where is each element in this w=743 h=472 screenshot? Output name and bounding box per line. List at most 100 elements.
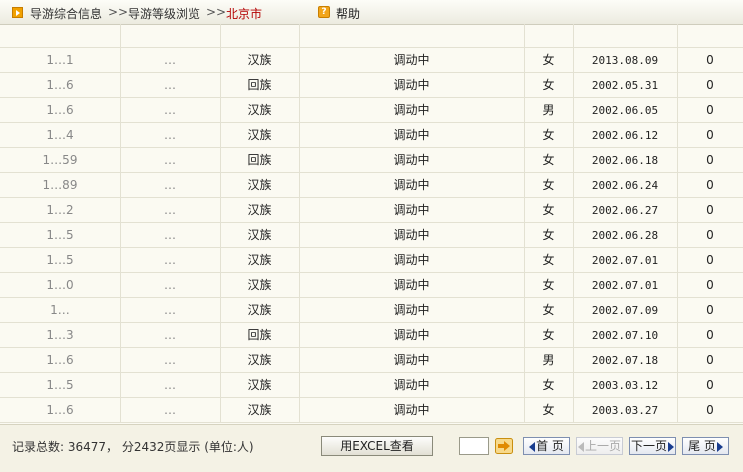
cell-ethnicity: 汉族 xyxy=(247,403,272,417)
next-page-button[interactable]: 下一页 xyxy=(629,437,676,455)
cell-ethnicity: 汉族 xyxy=(247,378,272,392)
cell-date: 2002.07.10 xyxy=(591,329,659,342)
cell-ethnicity: 回族 xyxy=(247,153,272,167)
cell-gender: 女 xyxy=(542,53,555,67)
first-page-icon xyxy=(529,441,536,452)
cell-gender: 女 xyxy=(542,128,555,142)
cell-ethnicity: 汉族 xyxy=(247,278,272,292)
cell-id: 1…0 xyxy=(46,278,74,292)
cell-date: 2002.06.28 xyxy=(591,229,659,242)
table-row[interactable]: 1…89 … 汉族 调动中 女 2002.06.24 0 xyxy=(0,173,743,198)
cell-ethnicity: 汉族 xyxy=(247,303,272,317)
cell-id: 1…6 xyxy=(46,353,74,367)
table-row[interactable]: 1…6 … 汉族 调动中 女 2003.03.27 0 xyxy=(0,398,743,423)
cell-count: 0 xyxy=(706,178,714,192)
cell-count: 0 xyxy=(706,278,714,292)
last-page-button[interactable]: 尾 页 xyxy=(682,437,729,455)
cell-status: 调动中 xyxy=(393,203,430,217)
table-row[interactable]: 1…6 … 回族 调动中 女 2002.05.31 0 xyxy=(0,73,743,98)
table-row[interactable]: 1…6 … 汉族 调动中 男 2002.06.05 0 xyxy=(0,98,743,123)
cell-status: 调动中 xyxy=(393,78,430,92)
cell-status: 调动中 xyxy=(393,228,430,242)
cell-gender: 女 xyxy=(542,278,555,292)
breadcrumb-bar: 导游综合信息 >> 导游等级浏览 >> 北京市 ? 帮助 xyxy=(0,0,743,25)
cell-status: 调动中 xyxy=(393,53,430,67)
cell-count: 0 xyxy=(706,328,714,342)
page-number-input[interactable] xyxy=(459,437,489,455)
cell-gender: 女 xyxy=(542,153,555,167)
cell-count: 0 xyxy=(706,403,714,417)
help-link[interactable]: 帮助 xyxy=(336,5,360,22)
cell-gender: 女 xyxy=(542,303,555,317)
table-row[interactable]: 1… … 汉族 调动中 女 2002.07.09 0 xyxy=(0,298,743,323)
cell-name: … xyxy=(164,328,176,342)
table-row[interactable]: 1…5 … 汉族 调动中 女 2002.07.01 0 xyxy=(0,248,743,273)
table-row[interactable]: 1…3 … 回族 调动中 女 2002.07.10 0 xyxy=(0,323,743,348)
cell-count: 0 xyxy=(706,78,714,92)
cell-name: … xyxy=(164,303,176,317)
cell-date: 2002.06.27 xyxy=(591,204,659,217)
table-row[interactable]: 1…6 … 汉族 调动中 男 2002.07.18 0 xyxy=(0,348,743,373)
cell-count: 0 xyxy=(706,253,714,267)
table-row[interactable]: 1…5 … 汉族 调动中 女 2002.06.28 0 xyxy=(0,223,743,248)
prev-page-label: 上一页 xyxy=(584,439,621,453)
cell-name: … xyxy=(164,278,176,292)
cell-name: … xyxy=(164,203,176,217)
cell-date: 2002.07.01 xyxy=(591,254,659,267)
cell-status: 调动中 xyxy=(393,103,430,117)
cell-gender: 女 xyxy=(542,78,555,92)
cell-gender: 男 xyxy=(542,103,555,117)
cell-ethnicity: 汉族 xyxy=(247,203,272,217)
cell-date: 2002.06.05 xyxy=(591,104,659,117)
cell-gender: 女 xyxy=(542,403,555,417)
table-row[interactable]: 1…4 … 汉族 调动中 女 2002.06.12 0 xyxy=(0,123,743,148)
table-row[interactable]: 1…1 … 汉族 调动中 女 2013.08.09 0 xyxy=(0,48,743,73)
cell-name: … xyxy=(164,53,176,67)
help-icon[interactable]: ? xyxy=(318,6,330,18)
last-page-label: 尾 页 xyxy=(688,439,716,453)
record-summary: 记录总数: 36477， 分2432页显示 (单位:人) xyxy=(12,440,254,454)
cell-count: 0 xyxy=(706,353,714,367)
breadcrumb-level-browse[interactable]: 导游等级浏览 xyxy=(128,5,200,22)
cell-count: 0 xyxy=(706,53,714,67)
table-row[interactable]: 1…59 … 回族 调动中 女 2002.06.18 0 xyxy=(0,148,743,173)
cell-status: 调动中 xyxy=(393,128,430,142)
table-row[interactable]: 1…0 … 汉族 调动中 女 2002.07.01 0 xyxy=(0,273,743,298)
prev-page-button[interactable]: 上一页 xyxy=(576,437,623,455)
row-divider xyxy=(0,422,743,423)
cell-gender: 女 xyxy=(542,328,555,342)
cell-gender: 女 xyxy=(542,178,555,192)
cell-count: 0 xyxy=(706,378,714,392)
cell-name: … xyxy=(164,228,176,242)
breadcrumb-guide-info[interactable]: 导游综合信息 xyxy=(30,5,102,22)
export-excel-button[interactable]: 用EXCEL查看 xyxy=(321,436,433,456)
cell-date: 2013.08.09 xyxy=(591,54,659,67)
first-page-button[interactable]: 首 页 xyxy=(523,437,570,455)
cell-count: 0 xyxy=(706,153,714,167)
cell-status: 调动中 xyxy=(393,378,430,392)
cell-gender: 女 xyxy=(542,253,555,267)
breadcrumb-separator: >> xyxy=(108,5,129,19)
cell-ethnicity: 汉族 xyxy=(247,353,272,367)
cell-ethnicity: 汉族 xyxy=(247,178,272,192)
breadcrumb-separator: >> xyxy=(206,5,227,19)
cell-id: 1…5 xyxy=(46,253,74,267)
table-row[interactable]: 1…5 … 汉族 调动中 女 2003.03.12 0 xyxy=(0,373,743,398)
cell-ethnicity: 汉族 xyxy=(247,53,272,67)
cell-date: 2002.06.18 xyxy=(591,154,659,167)
cell-status: 调动中 xyxy=(393,253,430,267)
cell-id: 1…4 xyxy=(46,128,74,142)
table-row[interactable]: 1…2 … 汉族 调动中 女 2002.06.27 0 xyxy=(0,198,743,223)
cell-ethnicity: 汉族 xyxy=(247,103,272,117)
cell-date: 2002.06.24 xyxy=(591,179,659,192)
cell-status: 调动中 xyxy=(393,278,430,292)
first-page-label: 首 页 xyxy=(536,439,564,453)
cell-id: 1…6 xyxy=(46,403,74,417)
cell-date: 2002.06.12 xyxy=(591,129,659,142)
go-arrow-icon[interactable] xyxy=(495,438,513,454)
cell-gender: 男 xyxy=(542,353,555,367)
cell-name: … xyxy=(164,178,176,192)
cell-date: 2003.03.12 xyxy=(591,379,659,392)
next-page-label: 下一页 xyxy=(630,439,667,453)
next-page-icon xyxy=(668,441,674,452)
